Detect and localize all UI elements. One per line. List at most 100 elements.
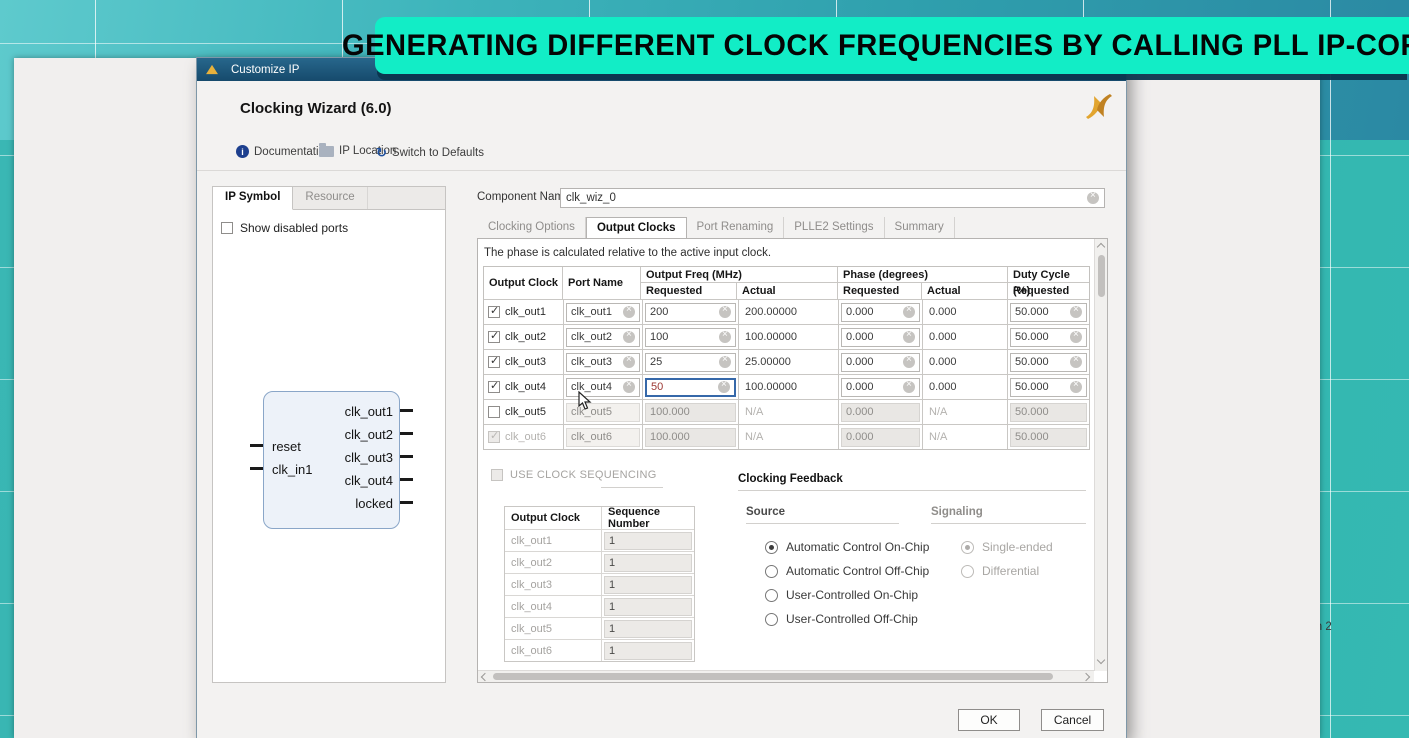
clear-icon[interactable] bbox=[719, 306, 731, 318]
cancel-button[interactable]: Cancel bbox=[1041, 709, 1104, 731]
output-clocks-table: Output Clock Port Name Output Freq (MHz)… bbox=[483, 266, 1090, 450]
port-clk-out3: clk_out3 bbox=[345, 450, 393, 465]
freq-requested-field[interactable]: 100 bbox=[645, 328, 736, 347]
clear-icon[interactable] bbox=[718, 381, 730, 393]
phase-requested-field[interactable]: 0.000 bbox=[841, 303, 920, 322]
divider bbox=[197, 170, 1126, 171]
tab-clocking-options[interactable]: Clocking Options bbox=[478, 217, 586, 239]
clear-icon[interactable] bbox=[1070, 331, 1082, 343]
port-stub bbox=[400, 455, 413, 458]
clear-icon[interactable] bbox=[903, 381, 915, 393]
phase-requested-field[interactable]: 0.000 bbox=[841, 328, 920, 347]
clear-icon[interactable] bbox=[719, 331, 731, 343]
duty-requested-field[interactable]: 50.000 bbox=[1010, 328, 1087, 347]
col-output-freq: Output Freq (MHz) bbox=[641, 267, 837, 282]
tab-plle2-settings[interactable]: PLLE2 Settings bbox=[784, 217, 884, 239]
freq-requested-field[interactable]: 25 bbox=[645, 353, 736, 372]
component-name-label: Component Name bbox=[477, 191, 570, 203]
checkbox-icon[interactable] bbox=[488, 381, 500, 393]
table-row-clk-out3: clk_out3 clk_out3 25 25.00000 0.000 0.00… bbox=[484, 349, 1089, 374]
checkbox-icon[interactable] bbox=[488, 356, 500, 368]
port-name-field[interactable]: clk_out1 bbox=[566, 303, 640, 322]
checkbox-icon[interactable] bbox=[488, 406, 500, 418]
dialog-title: Customize IP bbox=[231, 64, 299, 76]
component-name-field[interactable]: clk_wiz_0 bbox=[560, 188, 1105, 208]
tab-resource[interactable]: Resource bbox=[293, 187, 367, 209]
clear-icon[interactable] bbox=[1070, 356, 1082, 368]
scroll-left-icon[interactable] bbox=[481, 673, 489, 681]
phase-actual: 0.000 bbox=[923, 300, 1008, 324]
customize-ip-dialog: Customize IP Clocking Wizard (6.0) i Doc… bbox=[197, 58, 1126, 738]
ok-button[interactable]: OK bbox=[958, 709, 1020, 731]
duty-requested-field[interactable]: 50.000 bbox=[1010, 353, 1087, 372]
clear-icon[interactable] bbox=[1070, 306, 1082, 318]
port-name-field: clk_out6 bbox=[566, 428, 640, 447]
seq-row: clk_out11 bbox=[505, 529, 694, 551]
freq-requested-field: 100.000 bbox=[645, 428, 736, 447]
clear-icon[interactable] bbox=[1087, 192, 1099, 204]
clear-icon[interactable] bbox=[719, 356, 731, 368]
freq-actual: N/A bbox=[739, 425, 839, 449]
phase-actual: N/A bbox=[923, 400, 1008, 424]
clear-icon[interactable] bbox=[623, 381, 635, 393]
h-scrollbar[interactable] bbox=[478, 670, 1094, 682]
duty-requested-field[interactable]: 50.000 bbox=[1010, 378, 1087, 397]
h-scrollbar-thumb[interactable] bbox=[493, 673, 1053, 680]
freq-requested-field[interactable]: 200 bbox=[645, 303, 736, 322]
clear-icon[interactable] bbox=[623, 356, 635, 368]
source-label: Source bbox=[746, 506, 785, 518]
scroll-up-icon[interactable] bbox=[1097, 243, 1105, 251]
refresh-icon: ↻ bbox=[376, 145, 387, 161]
checkbox-icon[interactable] bbox=[488, 306, 500, 318]
switch-to-defaults-link[interactable]: ↻ Switch to Defaults bbox=[376, 145, 484, 161]
radio-icon bbox=[961, 541, 974, 554]
port-name-field[interactable]: clk_out2 bbox=[566, 328, 640, 347]
port-stub bbox=[400, 478, 413, 481]
tab-port-renaming[interactable]: Port Renaming bbox=[687, 217, 785, 239]
table-row-clk-out4: clk_out4 clk_out4 50 100.00000 0.000 0.0… bbox=[484, 374, 1089, 399]
radio-icon bbox=[765, 589, 778, 602]
duty-requested-field: 50.000 bbox=[1010, 403, 1087, 422]
phase-note: The phase is calculated relative to the … bbox=[484, 247, 771, 259]
radio-user-controlled-on-chip[interactable]: User-Controlled On-Chip bbox=[765, 588, 918, 602]
scroll-down-icon[interactable] bbox=[1097, 656, 1105, 664]
radio-automatic-control-on-chip[interactable]: Automatic Control On-Chip bbox=[765, 540, 929, 554]
clear-icon[interactable] bbox=[623, 306, 635, 318]
radio-automatic-control-off-chip[interactable]: Automatic Control Off-Chip bbox=[765, 564, 929, 578]
tab-output-clocks[interactable]: Output Clocks bbox=[586, 217, 687, 239]
clear-icon[interactable] bbox=[903, 331, 915, 343]
clear-icon[interactable] bbox=[623, 331, 635, 343]
signaling-label: Signaling bbox=[931, 506, 983, 518]
radio-icon bbox=[765, 541, 778, 554]
table-row-clk-out6: clk_out6 clk_out6 100.000 N/A 0.000 N/A … bbox=[484, 424, 1089, 449]
clear-icon[interactable] bbox=[1070, 381, 1082, 393]
seq-row: clk_out41 bbox=[505, 595, 694, 617]
output-clocks-content: The phase is calculated relative to the … bbox=[477, 238, 1108, 683]
scroll-right-icon[interactable] bbox=[1082, 673, 1090, 681]
documentation-link[interactable]: i Documentation bbox=[236, 145, 331, 158]
video-caption-banner: GENERATING DIFFERENT CLOCK FREQUENCIES B… bbox=[375, 17, 1409, 74]
use-clock-sequencing[interactable]: USE CLOCK SEQUENCING bbox=[491, 469, 657, 481]
phase-requested-field[interactable]: 0.000 bbox=[841, 378, 920, 397]
sequence-table: Output Clock Sequence Number clk_out11 c… bbox=[504, 506, 695, 662]
freq-actual: 25.00000 bbox=[739, 350, 839, 374]
tab-ip-symbol[interactable]: IP Symbol bbox=[213, 187, 293, 210]
seq-row: clk_out61 bbox=[505, 639, 694, 661]
radio-differential: Differential bbox=[961, 564, 1039, 578]
divider bbox=[601, 487, 663, 488]
checkbox-icon[interactable] bbox=[488, 331, 500, 343]
v-scrollbar-thumb[interactable] bbox=[1098, 255, 1105, 297]
checkbox-icon bbox=[488, 431, 500, 443]
show-disabled-ports[interactable]: Show disabled ports bbox=[221, 221, 348, 235]
radio-user-controlled-off-chip[interactable]: User-Controlled Off-Chip bbox=[765, 612, 918, 626]
duty-requested-field[interactable]: 50.000 bbox=[1010, 303, 1087, 322]
port-name-field[interactable]: clk_out3 bbox=[566, 353, 640, 372]
clear-icon[interactable] bbox=[903, 306, 915, 318]
xilinx-logo-icon bbox=[1081, 92, 1117, 122]
v-scrollbar[interactable] bbox=[1094, 239, 1107, 671]
clear-icon[interactable] bbox=[903, 356, 915, 368]
checkbox-icon[interactable] bbox=[221, 222, 233, 234]
freq-requested-field-editing[interactable]: 50 bbox=[645, 378, 736, 397]
tab-summary[interactable]: Summary bbox=[885, 217, 955, 239]
phase-requested-field[interactable]: 0.000 bbox=[841, 353, 920, 372]
